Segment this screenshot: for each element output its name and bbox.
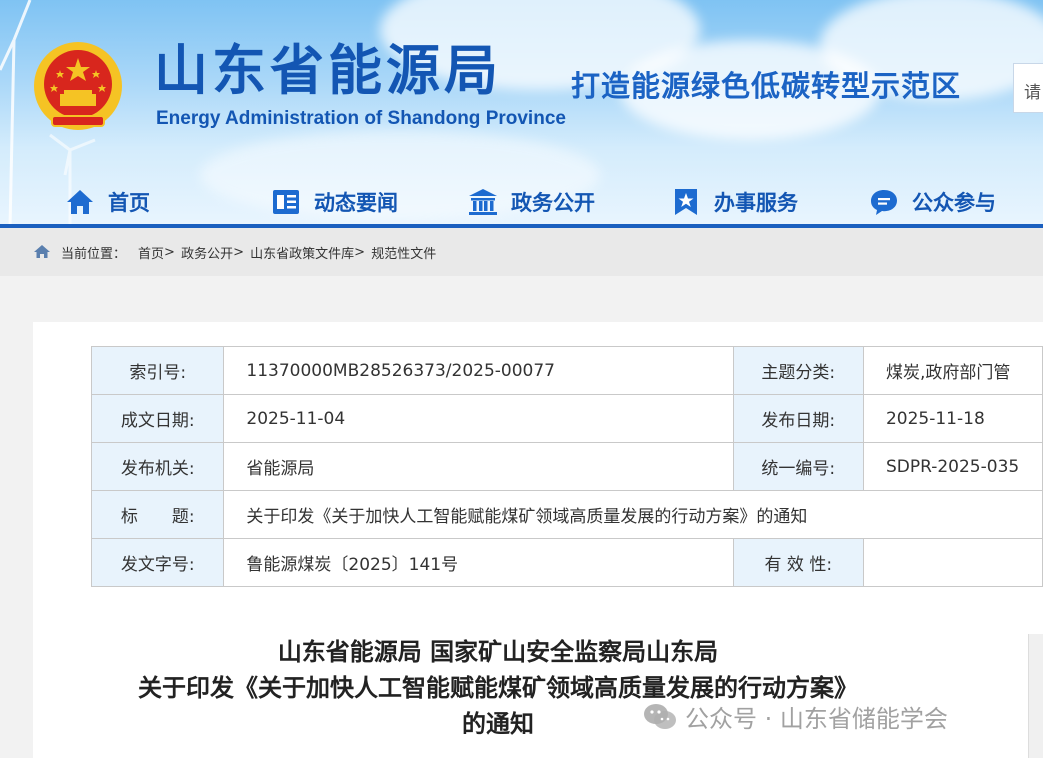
document-number-label: 发文字号: <box>90 538 225 587</box>
table-row: 发文字号: 鲁能源煤炭〔2025〕141号 有 效 性: <box>90 538 1043 587</box>
nav-item-participation[interactable]: 公众参与 <box>868 180 996 224</box>
breadcrumb-link-normative-docs[interactable]: 规范性文件 <box>371 243 436 262</box>
issuing-authority-value: 省能源局 <box>223 442 734 491</box>
page-scrollbar[interactable] <box>1028 634 1043 758</box>
document-info-table: 索引号: 11370000MB28526373/2025-00077 主题分类:… <box>90 346 1043 587</box>
issuing-authority-label: 发布机关: <box>90 442 225 491</box>
table-row: 成文日期: 2025-11-04 发布日期: 2025-11-18 <box>90 394 1043 443</box>
main-content: 索引号: 11370000MB28526373/2025-00077 主题分类:… <box>33 322 1043 758</box>
breadcrumb-link-policy-library[interactable]: 山东省政策文件库 <box>250 243 354 262</box>
nav-item-label: 动态要闻 <box>314 191 398 215</box>
home-icon <box>67 190 93 214</box>
breadcrumb: 当前位置： 首页 > 政务公开 > 山东省政策文件库 > 规范性文件 <box>0 228 1043 276</box>
breadcrumb-separator: > <box>164 244 175 260</box>
validity-value <box>862 538 1043 587</box>
nav-item-government[interactable]: 政务公开 <box>467 180 595 224</box>
index-number-label: 索引号: <box>90 346 225 395</box>
nav-item-label: 公众参与 <box>912 191 996 215</box>
chat-bubble-icon <box>871 190 897 215</box>
subject-category-label: 主题分类: <box>732 346 864 395</box>
index-number-value: 11370000MB28526373/2025-00077 <box>223 346 734 395</box>
news-icon <box>273 190 299 214</box>
nav-item-services[interactable]: 办事服务 <box>670 180 798 224</box>
national-emblem-icon <box>34 42 122 130</box>
bookmark-star-icon <box>675 189 697 215</box>
government-building-icon <box>469 189 497 215</box>
nav-item-label: 政务公开 <box>511 191 595 215</box>
nav-item-label: 办事服务 <box>714 191 798 215</box>
publish-date-label: 发布日期: <box>732 394 864 443</box>
site-slogan: 打造能源绿色低碳转型示范区 <box>571 69 962 103</box>
nav-item-news[interactable]: 动态要闻 <box>270 180 398 224</box>
table-row: 索引号: 11370000MB28526373/2025-00077 主题分类:… <box>90 346 1043 395</box>
unified-number-value: SDPR-2025-035 <box>862 442 1043 491</box>
unified-number-label: 统一编号: <box>732 442 864 491</box>
search-input[interactable]: 请 <box>1013 63 1043 113</box>
table-row: 标 题: 关于印发《关于加快人工智能赋能煤矿领域高质量发展的行动方案》的通知 <box>90 490 1043 539</box>
publish-date-value: 2025-11-18 <box>862 394 1043 443</box>
validity-label: 有 效 性: <box>732 538 864 587</box>
title-value: 关于印发《关于加快人工智能赋能煤矿领域高质量发展的行动方案》的通知 <box>223 490 1043 539</box>
document-number-value: 鲁能源煤炭〔2025〕141号 <box>223 538 734 587</box>
wechat-icon <box>644 703 676 729</box>
location-home-icon <box>34 245 50 258</box>
nav-item-home[interactable]: 首页 <box>64 180 150 224</box>
watermark: 公众号 · 山东省储能学会 <box>643 699 948 734</box>
nav-item-label: 首页 <box>108 191 150 215</box>
document-title-line: 山东省能源局 国家矿山安全监察局山东局 <box>277 638 719 666</box>
breadcrumb-link-government[interactable]: 政务公开 <box>181 243 233 262</box>
table-row: 发布机关: 省能源局 统一编号: SDPR-2025-035 <box>90 442 1043 491</box>
breadcrumb-separator: > <box>233 244 244 260</box>
breadcrumb-separator: > <box>354 244 366 260</box>
site-title-english: Energy Administration of Shandong Provin… <box>156 108 566 129</box>
site-title: 山东省能源局 <box>154 39 502 102</box>
main-nav: 首页 动态要闻 政务公开 办事服务 公众参与 <box>0 180 1043 226</box>
subject-category-value: 煤炭,政府部门管 <box>862 346 1043 395</box>
title-label: 标 题: <box>90 490 225 539</box>
breadcrumb-prefix: 当前位置： <box>61 246 127 262</box>
watermark-text: 公众号 · 山东省储能学会 <box>685 705 948 733</box>
breadcrumb-link-home[interactable]: 首页 <box>138 243 164 262</box>
written-date-value: 2025-11-04 <box>223 394 734 443</box>
written-date-label: 成文日期: <box>90 394 225 443</box>
